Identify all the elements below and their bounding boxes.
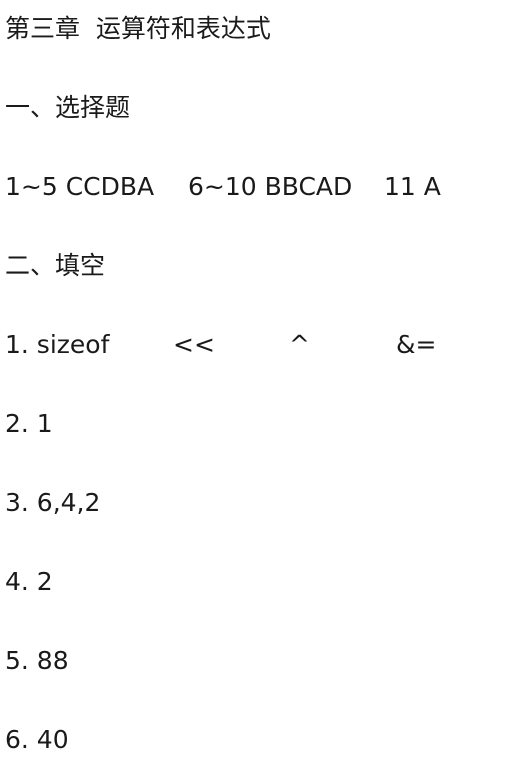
fill-answer-3: 3. 6,4,2 <box>5 488 101 517</box>
choice-answers-row: 1~5 CCDBA 6~10 BBCAD 11 A <box>5 167 441 207</box>
chapter-title: 第三章 运算符和表达式 <box>5 14 271 43</box>
fill-answer-1-blank-3: ^ <box>289 330 310 359</box>
fill-answer-1: 1. sizeof << ^ &= <box>5 325 436 365</box>
fill-answer-1-blank-2: << <box>173 330 215 359</box>
answer-document: 第三章 运算符和表达式 一、选择题 1~5 CCDBA 6~10 BBCAD 1… <box>0 0 513 775</box>
fill-answer-6: 6. 40 <box>5 725 69 754</box>
choice-answer-group-1-5: 1~5 CCDBA <box>5 172 155 201</box>
fill-answer-2: 2. 1 <box>5 409 53 438</box>
fill-answer-4: 4. 2 <box>5 567 53 596</box>
fill-answer-1-blank-1: 1. sizeof <box>5 330 110 359</box>
fill-answer-5: 5. 88 <box>5 646 69 675</box>
choice-answer-group-11: 11 A <box>384 172 441 201</box>
fill-answer-1-blank-4: &= <box>396 330 437 359</box>
choice-answer-group-6-10: 6~10 BBCAD <box>188 172 353 201</box>
section-heading-fill: 二、填空 <box>5 251 106 280</box>
section-heading-choice: 一、选择题 <box>5 93 131 122</box>
